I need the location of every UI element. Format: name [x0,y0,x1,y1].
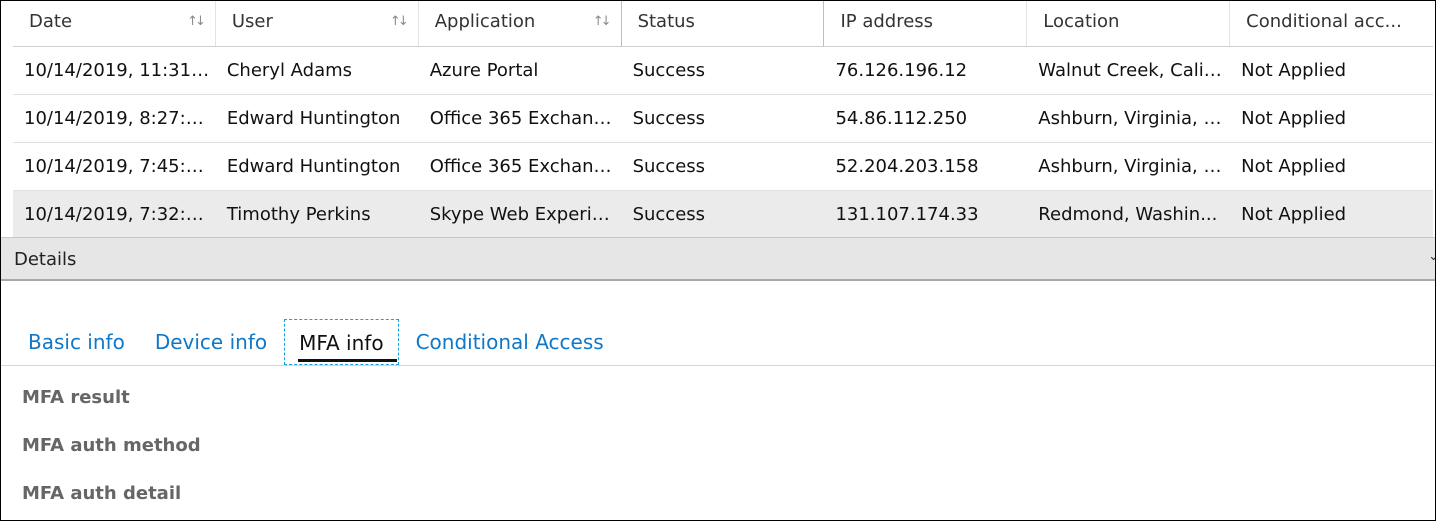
cell-user: Timothy Perkins [226,204,371,225]
column-header-application[interactable]: Application ↑↓ [419,1,622,46]
cell-user: Edward Huntington [226,108,401,129]
cell-conditional-access: Not Applied [1241,60,1347,81]
cell-location: Redmond, Washin... [1038,204,1218,225]
chevron-down-icon[interactable]: ⌄ [1428,249,1435,264]
cell-conditional-access: Not Applied [1241,204,1347,225]
details-tabs: Basic info Device info MFA info Conditio… [13,319,619,365]
column-header-status[interactable]: Status [622,1,825,46]
column-header-location[interactable]: Location [1027,1,1231,46]
cell-ip-address: 54.86.112.250 [835,108,968,129]
cell-date: 10/14/2019, 7:45:26 ... [24,156,216,177]
cell-date: 10/14/2019, 8:27:28 ... [24,108,216,129]
sign-ins-table: Date ↑↓ User ↑↓ Application ↑↓ Status IP ad… [13,1,1433,239]
cell-conditional-access: Not Applied [1241,108,1347,129]
sort-icon[interactable]: ↑↓ [593,1,612,43]
column-header-user[interactable]: User ↑↓ [216,1,419,46]
cell-status: Success [632,156,706,177]
sign-ins-panel: Date ↑↓ User ↑↓ Application ↑↓ Status IP ad… [0,0,1436,521]
column-header-conditional-access[interactable]: Conditional acc... [1230,1,1433,46]
column-header-ip-address[interactable]: IP address [824,1,1028,46]
cell-status: Success [632,60,706,81]
sort-icon[interactable]: ↑↓ [187,1,206,43]
mfa-auth-method-label: MFA auth method [22,435,201,456]
column-header-date[interactable]: Date ↑↓ [13,1,216,46]
tab-mfa-info[interactable]: MFA info [284,319,399,365]
cell-location: Walnut Creek, Calif... [1038,60,1226,81]
details-title: Details [14,249,77,270]
tab-basic-info[interactable]: Basic info [13,319,140,365]
cell-status: Success [632,204,706,225]
tab-conditional-access[interactable]: Conditional Access [401,319,619,365]
cell-location: Ashburn, Virginia, US [1038,108,1229,129]
table-row[interactable]: 10/14/2019, 11:31:09 ... Cheryl Adams Az… [13,47,1433,95]
cell-conditional-access: Not Applied [1241,156,1347,177]
cell-status: Success [632,108,706,129]
details-header[interactable]: Details ⌄ [1,237,1435,281]
cell-date: 10/14/2019, 7:32:25 ... [24,204,216,225]
cell-application: Office 365 Exchang... [429,156,622,177]
sort-icon[interactable]: ↑↓ [390,1,409,43]
cell-location: Ashburn, Virginia, US [1038,156,1229,177]
cell-application: Skype Web Experie... [429,204,620,225]
cell-date: 10/14/2019, 11:31:09 ... [24,60,216,81]
mfa-result-label: MFA result [22,387,130,408]
table-row-selected[interactable]: 10/14/2019, 7:32:25 ... Timothy Perkins … [13,191,1433,239]
cell-user: Edward Huntington [226,156,401,177]
cell-user: Cheryl Adams [226,60,353,81]
table-header: Date ↑↓ User ↑↓ Application ↑↓ Status IP ad… [13,1,1433,47]
cell-ip-address: 52.204.203.158 [835,156,979,177]
mfa-auth-detail-label: MFA auth detail [22,483,182,504]
cell-application: Office 365 Exchang... [429,108,622,129]
table-row[interactable]: 10/14/2019, 8:27:28 ... Edward Huntingto… [13,95,1433,143]
table-row[interactable]: 10/14/2019, 7:45:26 ... Edward Huntingto… [13,143,1433,191]
cell-ip-address: 76.126.196.12 [835,60,968,81]
tab-divider [1,365,1435,366]
cell-application: Azure Portal [429,60,539,81]
cell-ip-address: 131.107.174.33 [835,204,979,225]
tab-device-info[interactable]: Device info [140,319,282,365]
